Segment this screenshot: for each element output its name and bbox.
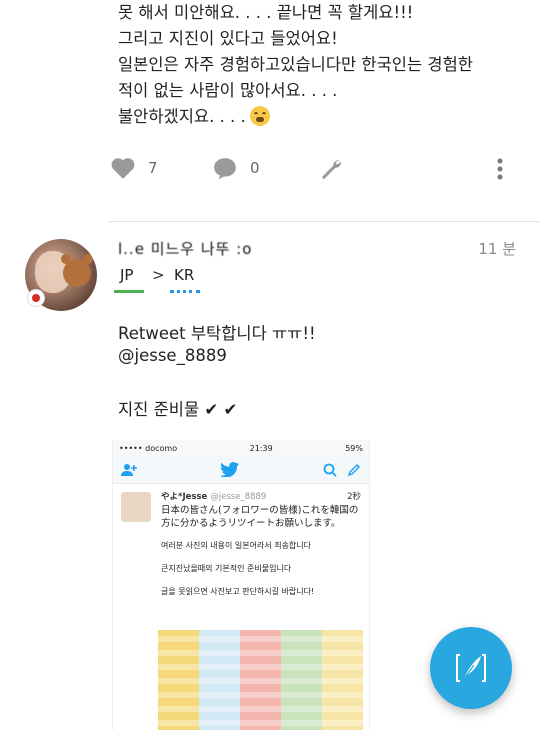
embedded-tweet-header: やよ*Jesse @jesse_8889 2秒 — [161, 490, 361, 502]
more-options-button[interactable] — [496, 156, 504, 182]
lang-from: JP — [120, 266, 134, 284]
tweet-text-line: 지진 준비물 ✔ ✔ — [118, 400, 238, 419]
tweet-actions: 7 0 — [108, 152, 528, 188]
previous-tweet-line: 그리고 지진이 있다고 들었어요! — [118, 29, 338, 48]
previous-tweet-line-text: 불안하겠지요. . . . — [118, 107, 246, 126]
embedded-tweet: やよ*Jesse @jesse_8889 2秒 日本の皆さん(フォロワーの皆様)こ… — [113, 484, 369, 615]
compose-icon — [347, 463, 360, 476]
mention-link[interactable]: @jesse_8889 — [118, 346, 316, 372]
compose-button[interactable] — [430, 627, 512, 709]
embedded-illustration — [158, 630, 363, 730]
compose-feather-icon — [456, 654, 486, 682]
sweat-emoji-icon — [249, 106, 270, 126]
lang-arrow-icon: > — [152, 266, 165, 284]
embedded-twitter-bar — [113, 456, 369, 484]
lang-to-underline — [170, 290, 200, 293]
embedded-handle: @jesse_8889 — [210, 492, 267, 502]
like-count: 7 — [148, 159, 158, 177]
tweet-text-line: Retweet 부탁합니다 ㅠㅠ!! — [118, 324, 316, 343]
embedded-kr-text: 여러분 사진의 내용이 일본어라서 죄송합니다 큰지진났을때의 기본적인 준비물… — [161, 540, 361, 597]
tweet-time: 11 분 — [478, 240, 516, 258]
previous-tweet-line: 일본인은 자주 경험하고있습니다만 한국인는 경험한 — [118, 55, 473, 74]
avatar-bear — [61, 254, 93, 287]
tweet-image[interactable]: ••••• docomo 21:39 59% やよ*Jesse @jesse_88… — [112, 440, 370, 730]
wrench-icon — [322, 160, 341, 179]
embedded-avatar — [121, 492, 151, 522]
tools-button[interactable] — [318, 156, 344, 182]
japan-flag-icon — [27, 289, 45, 307]
reply-button[interactable]: 0 — [212, 156, 260, 180]
previous-tweet-line: 불안하겠지요. . . . — [118, 104, 528, 130]
embedded-kr-line: 큰지진났을때의 기본적인 준비물입니다 — [161, 564, 292, 573]
username[interactable]: l..e 미느우 나뚜 :o — [118, 238, 252, 259]
embedded-carrier: ••••• docomo — [119, 443, 178, 453]
embedded-status-bar: ••••• docomo 21:39 59% — [113, 440, 369, 456]
previous-tweet-line: 적이 없는 사람이 많아서요. . . . — [118, 81, 338, 100]
search-icon — [323, 463, 337, 477]
reply-icon — [214, 158, 236, 180]
embedded-kr-line: 여러분 사진의 내용이 일본어라서 죄송합니다 — [161, 541, 312, 550]
add-user-icon — [121, 463, 137, 476]
embedded-clock: 21:39 — [249, 443, 273, 453]
translation-language-indicator[interactable]: JP > KR — [114, 266, 204, 293]
embedded-kr-line: 글을 못읽으면 사진보고 판단하시길 바랍니다! — [161, 587, 315, 596]
embedded-jp-text: 日本の皆さん(フォロワーの皆様)これを韓国の方に分かるようリツイートお願いします… — [161, 505, 359, 529]
previous-tweet-text: 못 해서 미안해요. . . . 끝나면 꼭 할게요!!! 그리고 지진이 있다… — [118, 0, 528, 130]
heart-icon — [111, 158, 135, 179]
previous-tweet-line: 못 해서 미안해요. . . . 끝나면 꼭 할게요!!! — [118, 3, 414, 22]
embedded-name: やよ*Jesse — [161, 492, 208, 502]
lang-from-underline — [114, 290, 144, 293]
like-button[interactable]: 7 — [110, 156, 158, 180]
tweet-divider — [108, 221, 540, 222]
embedded-age: 2秒 — [347, 492, 361, 502]
more-vertical-icon — [497, 158, 503, 180]
twitter-bird-icon — [221, 462, 239, 477]
reply-count: 0 — [250, 159, 260, 177]
tweet-text: Retweet 부탁합니다 ㅠㅠ!! @jesse_8889 지진 준비물 ✔ … — [118, 320, 316, 422]
embedded-battery: 59% — [345, 443, 363, 453]
lang-to: KR — [174, 266, 195, 284]
